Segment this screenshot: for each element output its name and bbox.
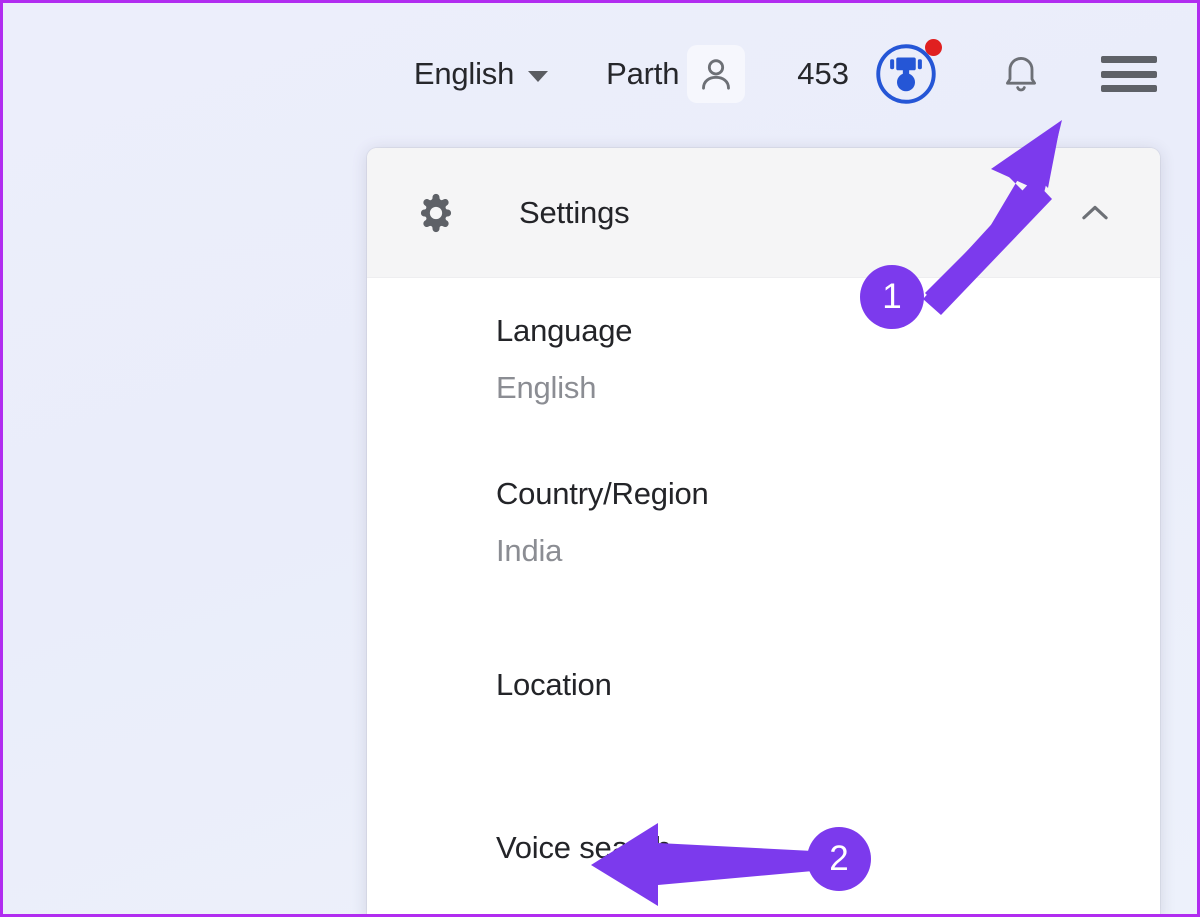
top-navigation-bar: English Parth 453 — [3, 3, 1197, 145]
settings-menu-list: Language English Country/Region India Lo… — [367, 278, 1160, 914]
menu-item-country-region[interactable]: Country/Region India — [367, 441, 1160, 604]
user-name-label: Parth — [606, 56, 680, 91]
hamburger-line — [1101, 85, 1157, 92]
language-selector[interactable]: English — [413, 56, 549, 92]
notification-dot — [925, 39, 942, 56]
menu-item-label: Voice search — [496, 830, 672, 866]
gear-icon-slot — [413, 191, 459, 235]
settings-dropdown-panel: Settings Language English Country/Region… — [367, 148, 1160, 914]
menu-item-location[interactable]: Location — [367, 604, 1160, 767]
menu-item-language[interactable]: Language English — [367, 278, 1160, 441]
menu-item-label: Location — [496, 667, 612, 703]
person-icon — [702, 59, 731, 90]
language-selector-label: English — [413, 56, 515, 91]
medal-badge-wrapper — [873, 39, 942, 107]
app-screenshot: English Parth 453 Settings Language Engl… — [0, 0, 1200, 917]
hamburger-line — [1101, 56, 1157, 63]
menu-item-value: India — [496, 533, 563, 568]
settings-section-header[interactable]: Settings — [367, 148, 1160, 278]
avatar — [687, 45, 746, 103]
hamburger-menu-icon[interactable] — [1101, 54, 1157, 94]
menu-item-voice-search[interactable]: Voice search — [367, 767, 1160, 914]
menu-item-value: English — [496, 370, 597, 405]
settings-title: Settings — [519, 194, 630, 230]
menu-item-label: Language — [496, 312, 633, 348]
bell-icon — [1006, 57, 1036, 92]
points-value: 453 — [797, 56, 849, 91]
gear-icon — [420, 193, 452, 232]
points-indicator[interactable]: 453 — [797, 39, 942, 107]
chevron-down-icon — [528, 70, 549, 82]
menu-item-label: Country/Region — [496, 475, 709, 511]
hamburger-line — [1101, 70, 1157, 78]
user-account-button[interactable]: Parth — [606, 45, 746, 103]
collapse-button[interactable] — [1072, 194, 1118, 232]
chevron-up-icon — [1082, 205, 1108, 219]
notifications-button[interactable] — [999, 52, 1043, 96]
